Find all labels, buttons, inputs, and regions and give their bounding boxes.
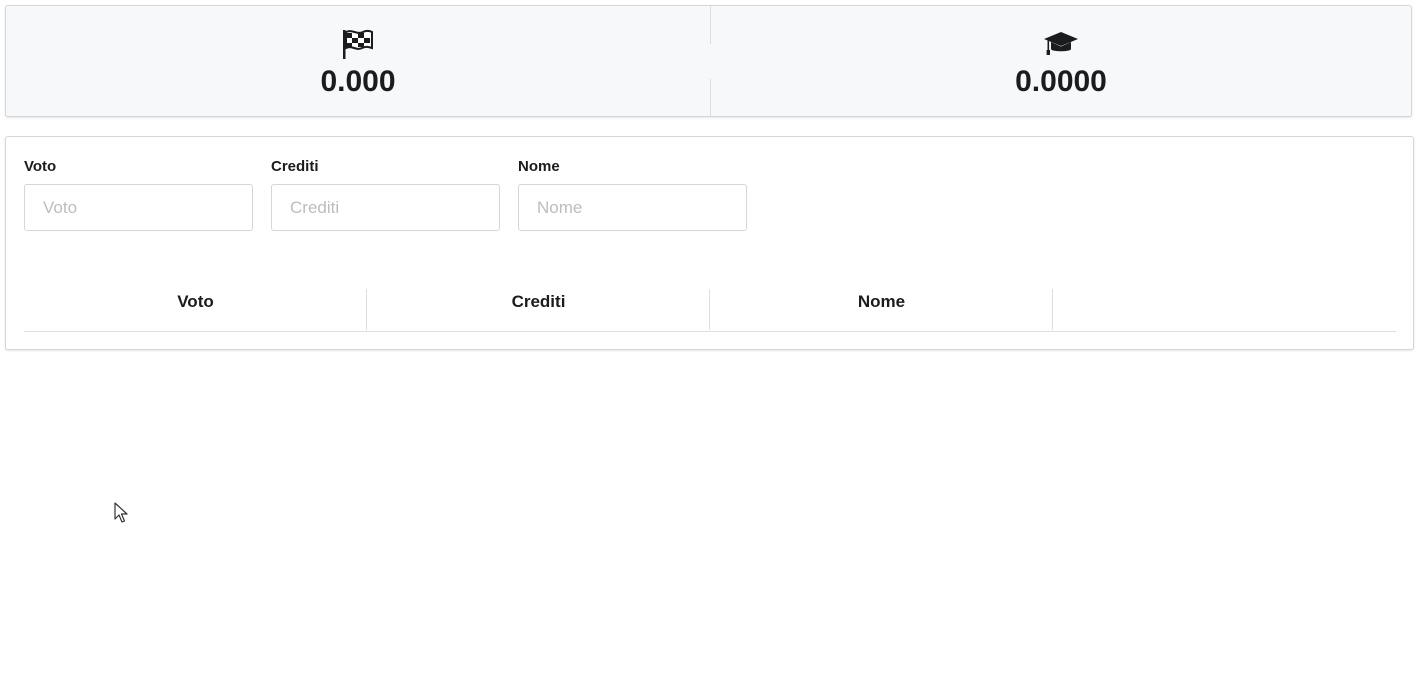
nome-field: Nome	[518, 157, 748, 231]
column-header-voto[interactable]: Voto	[24, 289, 367, 330]
exams-table: Voto Crediti Nome	[24, 289, 1396, 332]
column-header-crediti[interactable]: Crediti	[367, 289, 710, 330]
stats-panel: 0.000 0.0000	[5, 5, 1412, 117]
graduation-cap-icon	[1044, 32, 1078, 55]
exam-form-panel: Voto Crediti Nome Voto Crediti Nome	[5, 136, 1414, 350]
average-value: 0.000	[320, 65, 396, 98]
voto-label: Voto	[24, 158, 57, 175]
crediti-field: Crediti	[271, 157, 501, 231]
voto-input[interactable]	[24, 184, 253, 231]
graduation-value: 0.0000	[1015, 65, 1107, 98]
nome-label: Nome	[518, 158, 560, 175]
nome-input[interactable]	[518, 184, 747, 231]
crediti-label: Crediti	[271, 158, 319, 175]
mouse-cursor-icon	[114, 502, 128, 523]
graduation-stat: 0.0000	[711, 6, 1411, 116]
average-stat: 0.000	[6, 6, 710, 116]
checkered-flag-icon	[343, 29, 373, 59]
voto-field: Voto	[24, 157, 254, 231]
column-header-nome[interactable]: Nome	[710, 289, 1053, 330]
crediti-input[interactable]	[271, 184, 500, 231]
column-header-actions	[1053, 289, 1396, 330]
